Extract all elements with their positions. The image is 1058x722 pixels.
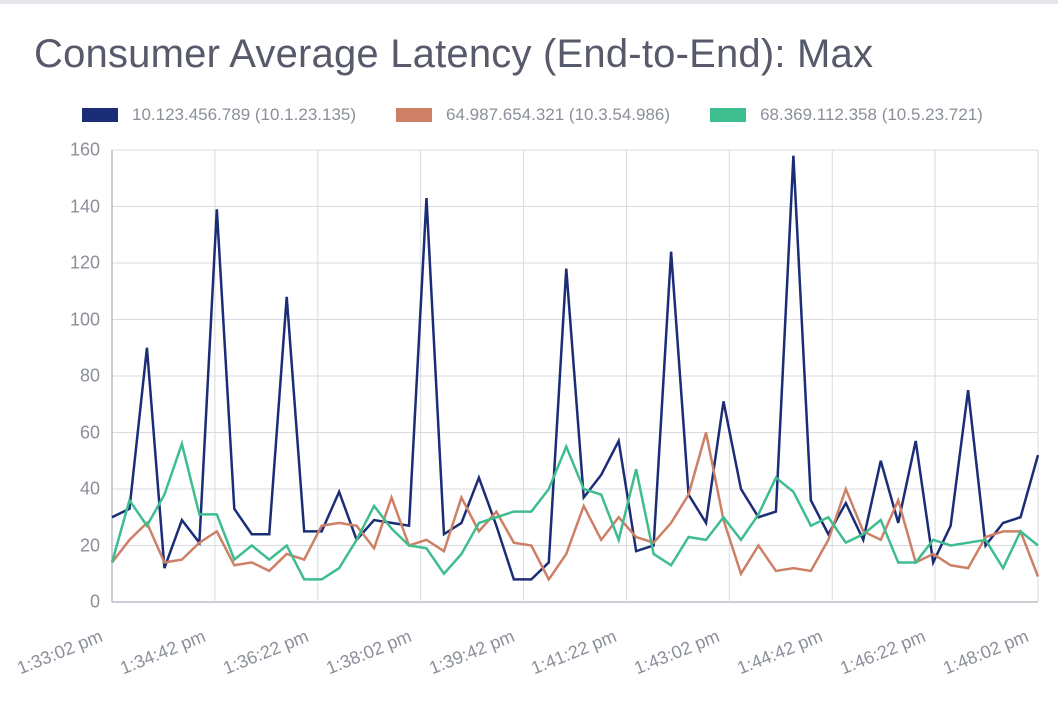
legend-swatch xyxy=(82,108,118,122)
y-tick-label: 40 xyxy=(0,479,100,500)
legend-label: 64.987.654.321 (10.3.54.986) xyxy=(446,105,670,125)
y-tick-label: 0 xyxy=(0,592,100,613)
y-tick-label: 60 xyxy=(0,422,100,443)
y-tick-label: 120 xyxy=(0,253,100,274)
series-line xyxy=(112,444,1038,580)
series-line xyxy=(112,433,1038,580)
legend-item[interactable]: 68.369.112.358 (10.5.23.721) xyxy=(710,105,983,125)
legend-item[interactable]: 64.987.654.321 (10.3.54.986) xyxy=(396,105,670,125)
plot-svg xyxy=(0,138,1058,698)
legend-swatch xyxy=(396,108,432,122)
legend-swatch xyxy=(710,108,746,122)
y-tick-label: 100 xyxy=(0,309,100,330)
legend-item[interactable]: 10.123.456.789 (10.1.23.135) xyxy=(82,105,356,125)
legend-label: 10.123.456.789 (10.1.23.135) xyxy=(132,105,356,125)
series-line xyxy=(112,156,1038,580)
y-tick-label: 160 xyxy=(0,140,100,161)
y-tick-label: 20 xyxy=(0,535,100,556)
y-tick-label: 140 xyxy=(0,196,100,217)
chart-panel: Consumer Average Latency (End-to-End): M… xyxy=(0,0,1058,722)
chart-title: Consumer Average Latency (End-to-End): M… xyxy=(34,32,1058,77)
legend: 10.123.456.789 (10.1.23.135) 64.987.654.3… xyxy=(82,105,1058,125)
y-tick-label: 80 xyxy=(0,366,100,387)
chart-canvas: 020406080100120140160 1:33:02 pm1:34:42 … xyxy=(0,138,1058,698)
legend-label: 68.369.112.358 (10.5.23.721) xyxy=(760,105,983,125)
